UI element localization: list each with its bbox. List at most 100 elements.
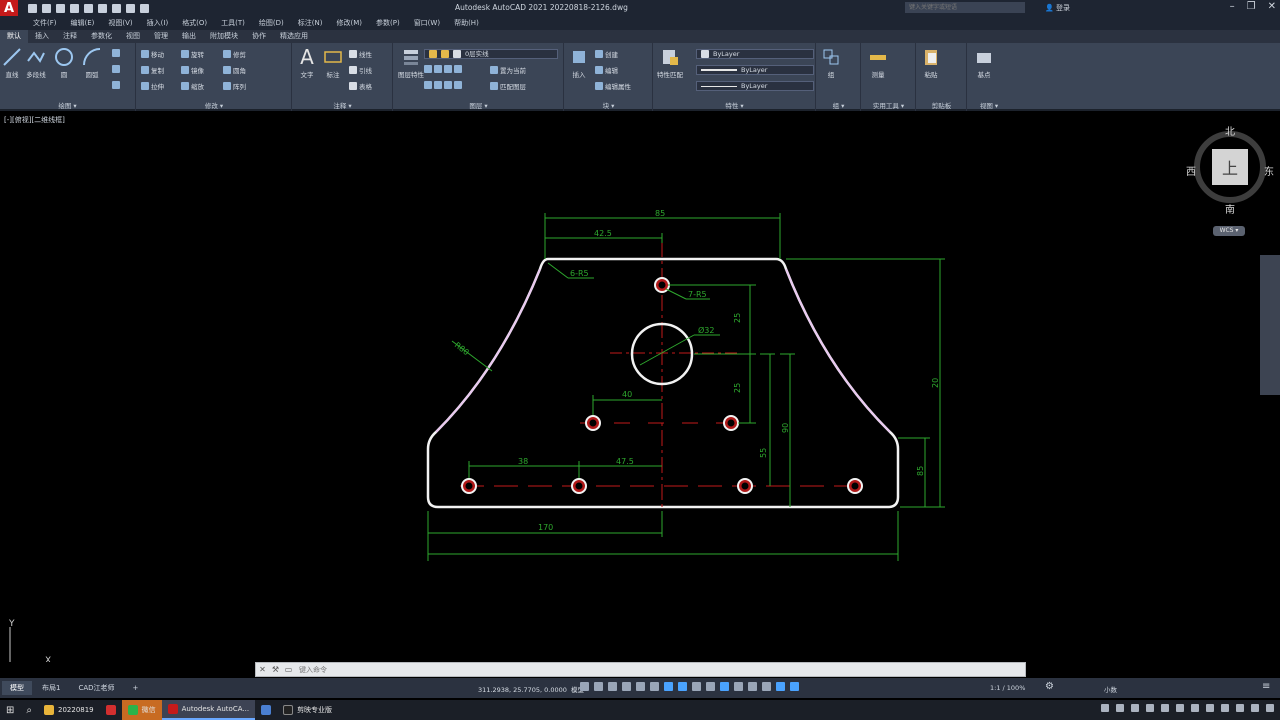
create-block-button[interactable]: 创建 bbox=[595, 49, 618, 59]
snap-icon[interactable] bbox=[594, 682, 603, 691]
isodraft-icon[interactable] bbox=[636, 682, 645, 691]
match-properties-button[interactable]: 特性匹配 bbox=[657, 47, 683, 79]
menu-item[interactable]: 绘图(D) bbox=[259, 16, 284, 30]
dimension-button[interactable]: 标注 bbox=[323, 47, 343, 79]
tab-parametric[interactable]: 参数化 bbox=[84, 30, 119, 43]
command-history-icon[interactable]: ▭ bbox=[282, 663, 295, 676]
taskbar-folder[interactable]: 20220819 bbox=[38, 700, 100, 720]
fillet-button[interactable]: 圆角 bbox=[223, 65, 246, 75]
circle-button[interactable]: 圆 bbox=[54, 47, 74, 79]
menu-item[interactable]: 参数(P) bbox=[376, 16, 400, 30]
arc-button[interactable]: 圆弧 bbox=[82, 47, 102, 79]
block-panel-label[interactable]: 块 ▾ bbox=[565, 100, 652, 110]
array-button[interactable]: 阵列 bbox=[223, 81, 246, 91]
boundary-tool[interactable] bbox=[112, 81, 120, 89]
layout-tab-model[interactable]: 模型 bbox=[2, 681, 32, 695]
annotation-scale[interactable]: 1:1 / 100% bbox=[990, 684, 1025, 692]
make-current-button[interactable]: 置为当前 bbox=[490, 65, 526, 75]
menu-item[interactable]: 工具(T) bbox=[221, 16, 245, 30]
tab-collaborate[interactable]: 协作 bbox=[245, 30, 273, 43]
menu-item[interactable]: 插入(I) bbox=[147, 16, 169, 30]
units-readout[interactable]: 小数 bbox=[1104, 684, 1117, 694]
search-input[interactable] bbox=[905, 2, 1025, 13]
leader-button[interactable]: 引线 bbox=[349, 65, 372, 75]
properties-panel-label[interactable]: 特性 ▾ bbox=[654, 100, 815, 110]
menu-item[interactable]: 帮助(H) bbox=[454, 16, 479, 30]
restore-icon[interactable]: ❐ bbox=[1247, 1, 1256, 12]
open-web-icon[interactable] bbox=[84, 3, 93, 13]
tray-icon[interactable] bbox=[1251, 704, 1259, 712]
tab-output[interactable]: 输出 bbox=[175, 30, 203, 43]
save-as-icon[interactable] bbox=[70, 3, 79, 13]
color-dropdown[interactable]: ByLayer bbox=[696, 49, 814, 59]
tab-view[interactable]: 视图 bbox=[119, 30, 147, 43]
close-icon[interactable]: ✕ bbox=[256, 663, 269, 676]
open-icon[interactable] bbox=[42, 3, 51, 13]
tray-icon[interactable] bbox=[1131, 704, 1139, 712]
match-layer-button[interactable]: 匹配图层 bbox=[490, 81, 526, 91]
layers-panel-label[interactable]: 图层 ▾ bbox=[394, 100, 563, 110]
tab-addins[interactable]: 附加模块 bbox=[203, 30, 245, 43]
object-snap-tracking-icon[interactable] bbox=[650, 682, 659, 691]
tray-icon[interactable] bbox=[1161, 704, 1169, 712]
menu-item[interactable]: 窗口(W) bbox=[414, 16, 440, 30]
insert-button[interactable]: 插入 bbox=[569, 47, 589, 79]
save-icon[interactable] bbox=[56, 3, 65, 13]
line-button[interactable]: 直线 bbox=[2, 47, 22, 79]
menu-item[interactable]: 视图(V) bbox=[108, 16, 132, 30]
view-panel-label[interactable]: 视图 ▾ bbox=[968, 100, 1010, 110]
tray-icon[interactable] bbox=[1221, 704, 1229, 712]
draw-panel-label[interactable]: 绘图 ▾ bbox=[0, 100, 135, 110]
lineweight-dropdown[interactable]: ByLayer bbox=[696, 81, 814, 91]
tab-annotate[interactable]: 注释 bbox=[56, 30, 84, 43]
compass-west[interactable]: 西 bbox=[1186, 163, 1196, 178]
tray-icon[interactable] bbox=[1176, 704, 1184, 712]
table-button[interactable]: 表格 bbox=[349, 81, 372, 91]
scale-button[interactable]: 缩放 bbox=[181, 81, 204, 91]
layout-tab-2[interactable]: CAD江老师 bbox=[70, 681, 122, 695]
move-button[interactable]: 移动 bbox=[141, 49, 164, 59]
save-web-icon[interactable] bbox=[98, 3, 107, 13]
autocad-logo[interactable]: A bbox=[0, 0, 18, 16]
trim-button[interactable]: 修剪 bbox=[223, 49, 246, 59]
3d-osnap-icon[interactable] bbox=[720, 682, 729, 691]
tab-featured-apps[interactable]: 精选应用 bbox=[273, 30, 315, 43]
new-icon[interactable] bbox=[28, 3, 37, 13]
plot-icon[interactable] bbox=[112, 3, 121, 13]
close-icon[interactable]: ✕ bbox=[1268, 1, 1276, 12]
drawing-canvas[interactable]: [-][俯视][二维线框] 85 42.5 6-R5 7-R5 R80 Ø32 … bbox=[0, 113, 1280, 662]
tray-icon[interactable] bbox=[1236, 704, 1244, 712]
mirror-button[interactable]: 镜像 bbox=[181, 65, 204, 75]
search-button[interactable]: ⌕ bbox=[20, 700, 38, 720]
layer-tools-row[interactable] bbox=[424, 65, 462, 73]
rotate-button[interactable]: 旋转 bbox=[181, 49, 204, 59]
menu-icon[interactable]: ≡ bbox=[1262, 681, 1270, 692]
tray-icon[interactable] bbox=[1206, 704, 1214, 712]
compass-south[interactable]: 南 bbox=[1225, 201, 1235, 216]
viewcube-top-face[interactable]: 上 bbox=[1212, 149, 1248, 185]
tray-icon[interactable] bbox=[1116, 704, 1124, 712]
edit-attributes-button[interactable]: 编辑属性 bbox=[595, 81, 631, 91]
undo-icon[interactable] bbox=[126, 3, 135, 13]
hatch-tool[interactable] bbox=[112, 65, 120, 73]
start-button[interactable]: ⊞ bbox=[0, 700, 20, 720]
utilities-panel-label[interactable]: 实用工具 ▾ bbox=[862, 100, 915, 110]
add-layout-button[interactable]: + bbox=[125, 681, 147, 695]
taskbar-app[interactable] bbox=[255, 700, 277, 720]
menu-item[interactable]: 编辑(E) bbox=[71, 16, 95, 30]
gizmo-icon[interactable] bbox=[762, 682, 771, 691]
paste-button[interactable]: 粘贴 bbox=[921, 47, 941, 79]
wcs-menu[interactable]: WCS ▾ bbox=[1213, 226, 1245, 236]
annotation-visibility-icon[interactable] bbox=[776, 682, 785, 691]
layout-tab-1[interactable]: 布局1 bbox=[34, 681, 68, 695]
selection-cycling-icon[interactable] bbox=[706, 682, 715, 691]
tray-icon[interactable] bbox=[1101, 704, 1109, 712]
menu-item[interactable]: 标注(N) bbox=[298, 16, 323, 30]
object-snap-icon[interactable] bbox=[664, 682, 673, 691]
dynamic-ucs-icon[interactable] bbox=[734, 682, 743, 691]
base-point-button[interactable]: 基点 bbox=[974, 47, 994, 79]
copy-button[interactable]: 复制 bbox=[141, 65, 164, 75]
command-input[interactable] bbox=[295, 663, 1025, 676]
menu-item[interactable]: 修改(M) bbox=[336, 16, 362, 30]
modify-panel-label[interactable]: 修改 ▾ bbox=[137, 100, 291, 110]
